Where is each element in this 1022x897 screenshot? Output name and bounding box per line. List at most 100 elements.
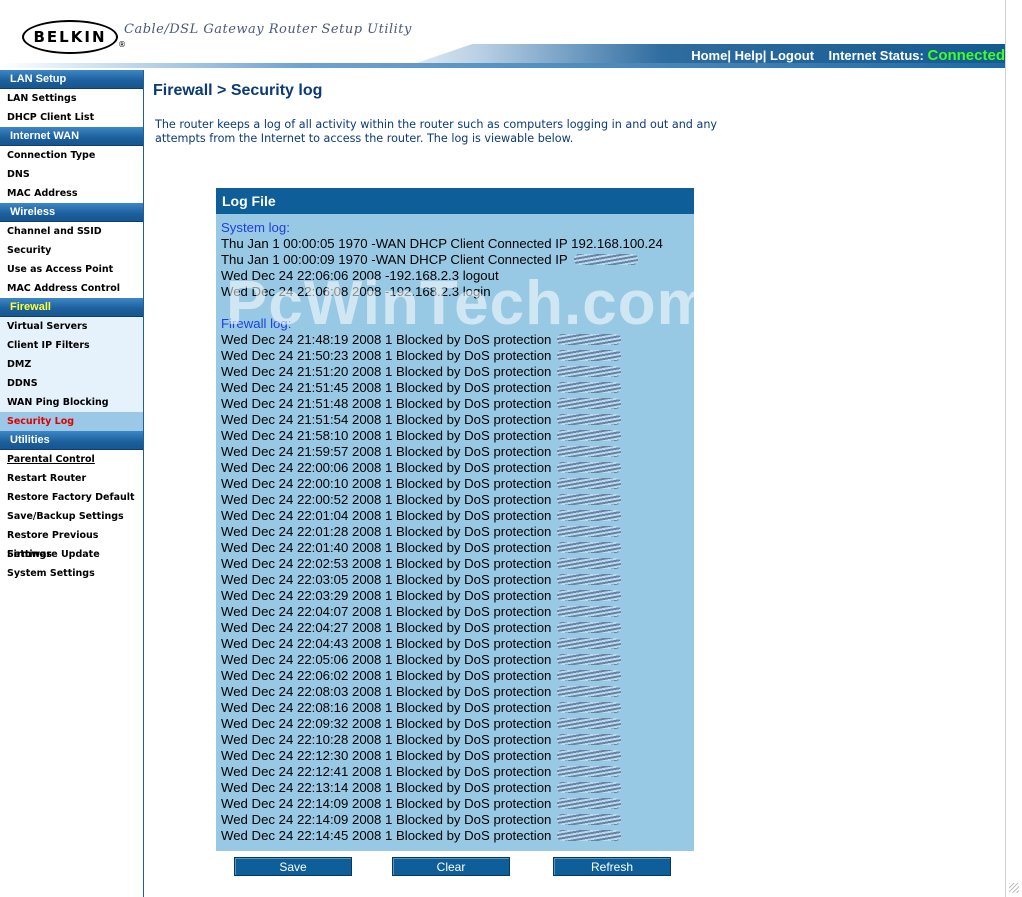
sidebar-item-wan-ping-blocking[interactable]: WAN Ping Blocking bbox=[0, 393, 143, 412]
redacted-ip bbox=[557, 798, 622, 809]
sidebar-item-mac-address[interactable]: MAC Address bbox=[0, 184, 143, 203]
redacted-ip bbox=[557, 526, 622, 537]
redacted-ip bbox=[557, 430, 622, 441]
redacted-ip bbox=[557, 558, 622, 569]
window-edge bbox=[1005, 0, 1022, 897]
sidebar-item-parental-control[interactable]: Parental Control bbox=[0, 450, 143, 469]
sidebar-item-dns[interactable]: DNS bbox=[0, 165, 143, 184]
firewall-log-line: Wed Dec 24 22:08:03 2008 1 Blocked by Do… bbox=[221, 684, 691, 700]
sidebar-item-connection-type[interactable]: Connection Type bbox=[0, 146, 143, 165]
firewall-log-line: Wed Dec 24 22:01:04 2008 1 Blocked by Do… bbox=[221, 508, 691, 524]
redacted-ip bbox=[557, 478, 622, 489]
sidebar-item-client-ip-filters[interactable]: Client IP Filters bbox=[0, 336, 143, 355]
firewall-log-line: Wed Dec 24 21:48:19 2008 1 Blocked by Do… bbox=[221, 332, 691, 348]
redacted-ip bbox=[557, 814, 622, 825]
redacted-ip bbox=[557, 654, 622, 665]
sidebar-item-save-backup-settings[interactable]: Save/Backup Settings bbox=[0, 507, 143, 526]
home-link[interactable]: Home bbox=[691, 48, 727, 63]
firewall-log-line: Wed Dec 24 22:09:32 2008 1 Blocked by Do… bbox=[221, 716, 691, 732]
firewall-log-line: Wed Dec 24 22:14:45 2008 1 Blocked by Do… bbox=[221, 828, 691, 844]
system-log-line: Thu Jan 1 00:00:05 1970 -WAN DHCP Client… bbox=[221, 236, 691, 252]
save-button[interactable]: Save bbox=[234, 857, 352, 876]
firewall-log-text: Wed Dec 24 22:04:43 2008 1 Blocked by Do… bbox=[221, 636, 552, 651]
firewall-log-line: Wed Dec 24 21:51:45 2008 1 Blocked by Do… bbox=[221, 380, 691, 396]
sidebar-item-restore-previous-settings[interactable]: Restore Previous Settings bbox=[0, 526, 143, 560]
sidebar-section-firewall[interactable]: Firewall bbox=[0, 298, 143, 317]
redacted-ip bbox=[557, 590, 622, 601]
firewall-log-text: Wed Dec 24 21:51:20 2008 1 Blocked by Do… bbox=[221, 364, 552, 379]
sidebar-item-dhcp-client-list[interactable]: DHCP Client List bbox=[0, 108, 143, 127]
firewall-log-line: Wed Dec 24 22:06:02 2008 1 Blocked by Do… bbox=[221, 668, 691, 684]
sidebar-item-restore-factory-default[interactable]: Restore Factory Default bbox=[0, 488, 143, 507]
redacted-ip bbox=[557, 670, 622, 681]
system-log-text: Thu Jan 1 00:00:09 1970 -WAN DHCP Client… bbox=[221, 252, 568, 267]
firewall-log-text: Wed Dec 24 22:10:28 2008 1 Blocked by Do… bbox=[221, 732, 552, 747]
help-link[interactable]: Help bbox=[735, 48, 763, 63]
sidebar-item-channel-ssid[interactable]: Channel and SSID bbox=[0, 222, 143, 241]
firewall-log-line: Wed Dec 24 21:50:23 2008 1 Blocked by Do… bbox=[221, 348, 691, 364]
firewall-log-text: Wed Dec 24 22:01:40 2008 1 Blocked by Do… bbox=[221, 540, 552, 555]
redacted-ip bbox=[557, 414, 622, 425]
sidebar-item-firmware-update[interactable]: Firmware Update bbox=[0, 545, 143, 564]
firewall-log-text: Wed Dec 24 22:04:27 2008 1 Blocked by Do… bbox=[221, 620, 552, 635]
firewall-log-line: Wed Dec 24 21:51:20 2008 1 Blocked by Do… bbox=[221, 364, 691, 380]
sidebar-item-security-log[interactable]: Security Log bbox=[0, 412, 143, 431]
sidebar-item-lan-settings[interactable]: LAN Settings bbox=[0, 89, 143, 108]
firewall-log-line: Wed Dec 24 22:10:28 2008 1 Blocked by Do… bbox=[221, 732, 691, 748]
redacted-ip bbox=[557, 510, 622, 521]
log-text-area[interactable]: System log: Thu Jan 1 00:00:05 1970 -WAN… bbox=[221, 220, 691, 844]
sidebar-item-dmz[interactable]: DMZ bbox=[0, 355, 143, 374]
firewall-log-line: Wed Dec 24 22:08:16 2008 1 Blocked by Do… bbox=[221, 700, 691, 716]
firewall-log-text: Wed Dec 24 21:51:54 2008 1 Blocked by Do… bbox=[221, 412, 552, 427]
firewall-log-text: Wed Dec 24 22:06:02 2008 1 Blocked by Do… bbox=[221, 668, 552, 683]
redacted-ip bbox=[557, 542, 622, 553]
redacted-ip bbox=[557, 734, 622, 745]
firewall-log-text: Wed Dec 24 21:50:23 2008 1 Blocked by Do… bbox=[221, 348, 552, 363]
redacted-ip bbox=[557, 350, 622, 361]
internet-status-value: Connected bbox=[927, 47, 1005, 64]
tagline: Cable/DSL Gateway Router Setup Utility bbox=[124, 22, 412, 37]
sidebar-section-lan-setup[interactable]: LAN Setup bbox=[0, 70, 143, 89]
firewall-log-text: Wed Dec 24 21:58:10 2008 1 Blocked by Do… bbox=[221, 428, 552, 443]
firewall-log-line: Wed Dec 24 22:00:06 2008 1 Blocked by Do… bbox=[221, 460, 691, 476]
redacted-ip bbox=[557, 366, 622, 377]
sidebar-item-system-settings[interactable]: System Settings bbox=[0, 564, 143, 583]
sidebar-item-ddns[interactable]: DDNS bbox=[0, 374, 143, 393]
firewall-log-line: Wed Dec 24 22:00:52 2008 1 Blocked by Do… bbox=[221, 492, 691, 508]
sidebar-item-access-point[interactable]: Use as Access Point bbox=[0, 260, 143, 279]
system-log-text: Wed Dec 24 22:06:08 2008 -192.168.2.3 lo… bbox=[221, 284, 491, 299]
sidebar-section-wireless[interactable]: Wireless bbox=[0, 203, 143, 222]
system-log-line: Wed Dec 24 22:06:06 2008 -192.168.2.3 lo… bbox=[221, 268, 691, 284]
firewall-log-text: Wed Dec 24 22:08:03 2008 1 Blocked by Do… bbox=[221, 684, 552, 699]
sidebar-item-security[interactable]: Security bbox=[0, 241, 143, 260]
sidebar-item-virtual-servers[interactable]: Virtual Servers bbox=[0, 317, 143, 336]
resize-grip-icon[interactable] bbox=[1009, 883, 1019, 893]
refresh-button[interactable]: Refresh bbox=[553, 857, 671, 876]
firewall-log-line: Wed Dec 24 22:03:29 2008 1 Blocked by Do… bbox=[221, 588, 691, 604]
redacted-ip bbox=[557, 606, 622, 617]
sidebar-item-mac-address-control[interactable]: MAC Address Control bbox=[0, 279, 143, 298]
firewall-log-text: Wed Dec 24 21:51:48 2008 1 Blocked by Do… bbox=[221, 396, 552, 411]
sidebar-section-utilities[interactable]: Utilities bbox=[0, 431, 143, 450]
clear-button[interactable]: Clear bbox=[392, 857, 510, 876]
firewall-log-text: Wed Dec 24 22:03:29 2008 1 Blocked by Do… bbox=[221, 588, 552, 603]
sidebar-section-internet-wan[interactable]: Internet WAN bbox=[0, 127, 143, 146]
page-title: Firewall > Security log bbox=[153, 82, 323, 99]
redacted-ip bbox=[557, 446, 622, 457]
firewall-log-label: Firewall log: bbox=[221, 316, 292, 331]
firewall-log-line: Wed Dec 24 21:51:54 2008 1 Blocked by Do… bbox=[221, 412, 691, 428]
sidebar-item-restart-router[interactable]: Restart Router bbox=[0, 469, 143, 488]
firewall-log-line: Wed Dec 24 22:13:14 2008 1 Blocked by Do… bbox=[221, 780, 691, 796]
redacted-ip bbox=[557, 702, 622, 713]
firewall-log-line: Wed Dec 24 22:12:41 2008 1 Blocked by Do… bbox=[221, 764, 691, 780]
firewall-log-text: Wed Dec 24 22:00:52 2008 1 Blocked by Do… bbox=[221, 492, 552, 507]
internet-status-label: Internet Status: bbox=[828, 48, 924, 63]
firewall-log-text: Wed Dec 24 22:09:32 2008 1 Blocked by Do… bbox=[221, 716, 552, 731]
firewall-log-text: Wed Dec 24 22:14:09 2008 1 Blocked by Do… bbox=[221, 812, 552, 827]
firewall-log-text: Wed Dec 24 22:04:07 2008 1 Blocked by Do… bbox=[221, 604, 552, 619]
system-log-label: System log: bbox=[221, 220, 290, 235]
firewall-log-text: Wed Dec 24 22:02:53 2008 1 Blocked by Do… bbox=[221, 556, 552, 571]
logout-link[interactable]: Logout bbox=[770, 48, 814, 63]
system-log-text: Wed Dec 24 22:06:06 2008 -192.168.2.3 lo… bbox=[221, 268, 499, 283]
firewall-log-text: Wed Dec 24 22:05:06 2008 1 Blocked by Do… bbox=[221, 652, 552, 667]
